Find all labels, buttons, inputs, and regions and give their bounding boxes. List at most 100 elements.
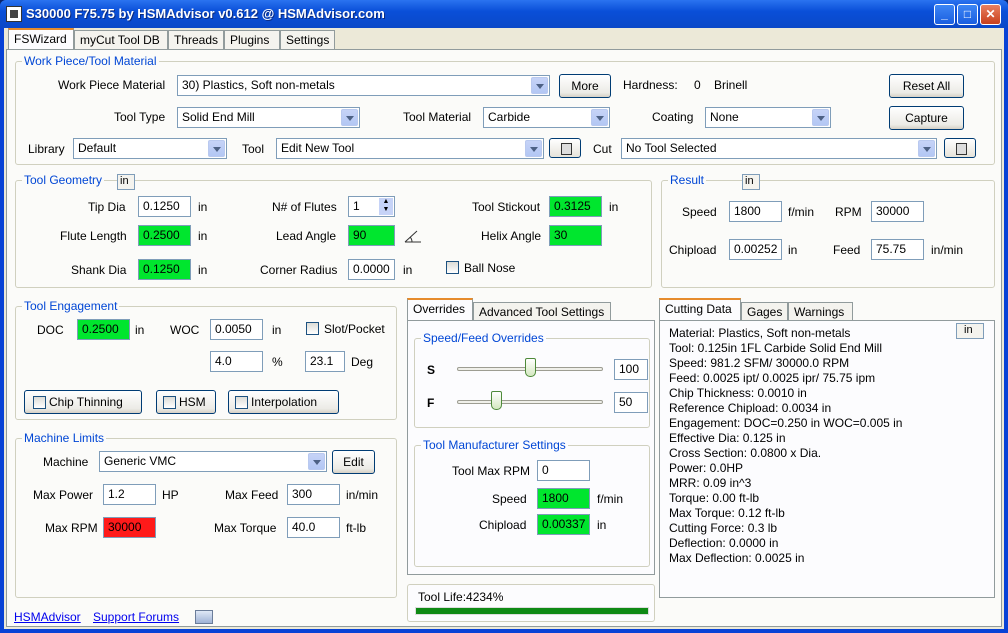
hsm-toggle[interactable]: HSM xyxy=(156,390,216,414)
ball-nose-label: Ball Nose xyxy=(464,261,516,275)
calculator-icon[interactable] xyxy=(195,610,213,624)
helix-angle-input[interactable]: 30 xyxy=(549,225,602,246)
minimize-button[interactable]: _ xyxy=(934,4,955,25)
max-torque-input[interactable]: 40.0 xyxy=(287,517,340,538)
feed-override-input[interactable]: 50 xyxy=(614,392,648,413)
window-title: S30000 F75.75 by HSMAdvisor v0.612 @ HSM… xyxy=(26,6,385,21)
more-button[interactable]: More xyxy=(559,74,611,98)
machine-value: Generic VMC xyxy=(104,454,177,468)
tab-threads[interactable]: Threads xyxy=(168,30,224,49)
tool-max-rpm-input[interactable]: 0 xyxy=(537,460,590,481)
interpolation-toggle[interactable]: Interpolation xyxy=(228,390,339,414)
feed-input[interactable]: 75.75 xyxy=(871,239,924,260)
tab-cutting-data[interactable]: Cutting Data xyxy=(659,298,741,320)
hsmadvisor-link[interactable]: HSMAdvisor xyxy=(14,610,81,624)
feed-unit: in/min xyxy=(931,243,964,257)
rpm-label: RPM xyxy=(835,205,862,219)
woc-percent-input[interactable]: 4.0 xyxy=(210,351,263,372)
cutting-data-line: Deflection: 0.0000 in xyxy=(669,536,779,550)
cutting-unit-button[interactable]: in xyxy=(956,323,984,339)
tip-dia-input[interactable]: 0.1250 xyxy=(138,196,191,217)
max-feed-input[interactable]: 300 xyxy=(287,484,340,505)
speed-input[interactable]: 1800 xyxy=(729,201,782,222)
tool-material-select[interactable]: Carbide xyxy=(483,107,610,128)
tab-mycut-tool-db[interactable]: myCut Tool DB xyxy=(74,30,168,49)
max-rpm-input[interactable]: 30000 xyxy=(103,517,156,538)
stickout-label: Tool Stickout xyxy=(472,200,541,214)
cut-browse-button[interactable] xyxy=(944,138,976,158)
fswizard-panel: Work Piece/Tool Material Work Piece Mate… xyxy=(6,49,1002,627)
edit-machine-button[interactable]: Edit xyxy=(332,450,375,474)
max-feed-label: Max Feed xyxy=(225,488,279,502)
close-button[interactable]: ✕ xyxy=(980,4,1001,25)
speed-override-thumb[interactable] xyxy=(524,358,536,377)
chip-thinning-toggle[interactable]: Chip Thinning xyxy=(24,390,142,414)
geometry-unit-button[interactable]: in xyxy=(117,174,135,190)
chipload-label: Chipload xyxy=(669,243,717,257)
library-select[interactable]: Default xyxy=(73,138,227,159)
cutting-data-line: Speed: 981.2 SFM/ 30000.0 RPM xyxy=(669,356,850,370)
feed-override-thumb[interactable] xyxy=(490,391,502,410)
cutting-data-line: Max Torque: 0.12 ft-lb xyxy=(669,506,785,520)
flutes-spinner[interactable]: 1 ▲ ▼ xyxy=(348,196,395,217)
slot-pocket-checkbox[interactable] xyxy=(306,322,319,335)
stickout-input[interactable]: 0.3125 xyxy=(549,196,602,217)
engagement-angle-input[interactable]: 23.1 xyxy=(305,351,345,372)
tab-settings[interactable]: Settings xyxy=(280,30,335,49)
lead-angle-input[interactable]: 90 xyxy=(348,225,395,246)
chevron-down-icon xyxy=(208,140,225,157)
tab-advanced-tool-settings[interactable]: Advanced Tool Settings xyxy=(473,302,611,321)
support-forums-link[interactable]: Support Forums xyxy=(93,610,179,624)
material-select[interactable]: 30) Plastics, Soft non-metals xyxy=(177,75,550,96)
chipload-input[interactable]: 0.00252 xyxy=(729,239,782,260)
tab-plugins[interactable]: Plugins xyxy=(224,30,280,49)
corner-radius-input[interactable]: 0.0000 xyxy=(348,259,395,280)
mfr-speed-input[interactable]: 1800 xyxy=(537,488,590,509)
chip-thinning-checkbox[interactable] xyxy=(33,396,46,410)
speed-override-label: S xyxy=(427,363,436,377)
coating-value: None xyxy=(710,110,739,124)
spinner-arrows-icon[interactable]: ▲ ▼ xyxy=(379,198,393,215)
tool-geometry-title: Tool Geometry xyxy=(22,173,105,187)
flute-length-unit: in xyxy=(198,229,208,243)
doc-input[interactable]: 0.2500 xyxy=(77,319,130,340)
feed-override-slider[interactable] xyxy=(457,400,603,404)
tab-fswizard[interactable]: FSWizard xyxy=(8,28,74,50)
coating-select[interactable]: None xyxy=(705,107,831,128)
woc-input[interactable]: 0.0050 xyxy=(210,319,263,340)
tab-gages[interactable]: Gages xyxy=(741,302,788,321)
tool-type-label: Tool Type xyxy=(114,110,166,124)
shank-dia-input[interactable]: 0.1250 xyxy=(138,259,191,280)
cutting-data-line: Reference Chipload: 0.0034 in xyxy=(669,401,832,415)
flute-length-input[interactable]: 0.2500 xyxy=(138,225,191,246)
feed-label: Feed xyxy=(833,243,861,257)
interpolation-checkbox[interactable] xyxy=(235,396,248,410)
capture-button[interactable]: Capture xyxy=(889,106,964,130)
chevron-down-icon xyxy=(341,109,358,126)
cut-select[interactable]: No Tool Selected xyxy=(621,138,937,159)
max-power-input[interactable]: 1.2 xyxy=(103,484,156,505)
title-bar[interactable]: S30000 F75.75 by HSMAdvisor v0.612 @ HSM… xyxy=(0,0,1008,28)
ball-nose-checkbox[interactable] xyxy=(446,261,459,274)
machine-select[interactable]: Generic VMC xyxy=(99,451,327,472)
tab-warnings[interactable]: Warnings xyxy=(788,302,853,321)
tool-manufacturer-title: Tool Manufacturer Settings xyxy=(421,438,568,452)
result-unit-button[interactable]: in xyxy=(742,174,760,190)
reset-all-button[interactable]: Reset All xyxy=(889,74,964,98)
tool-type-select[interactable]: Solid End Mill xyxy=(177,107,360,128)
tool-select[interactable]: Edit New Tool xyxy=(276,138,544,159)
mfr-chipload-input[interactable]: 0.00337 xyxy=(537,514,590,535)
woc-label: WOC xyxy=(170,323,200,337)
rpm-input[interactable]: 30000 xyxy=(871,201,924,222)
tab-overrides[interactable]: Overrides xyxy=(407,298,473,320)
cutting-data-line: Power: 0.0HP xyxy=(669,461,744,475)
machine-limits-group: Machine Limits Machine Generic VMC Edit … xyxy=(15,431,397,598)
speed-override-input[interactable]: 100 xyxy=(614,359,648,380)
chevron-down-icon xyxy=(308,453,325,470)
tool-browse-button[interactable] xyxy=(549,138,581,158)
lead-angle-label: Lead Angle xyxy=(276,229,337,243)
doc-unit: in xyxy=(135,323,145,337)
chevron-down-icon xyxy=(525,140,542,157)
maximize-button[interactable]: □ xyxy=(957,4,978,25)
hsm-checkbox[interactable] xyxy=(163,396,176,410)
